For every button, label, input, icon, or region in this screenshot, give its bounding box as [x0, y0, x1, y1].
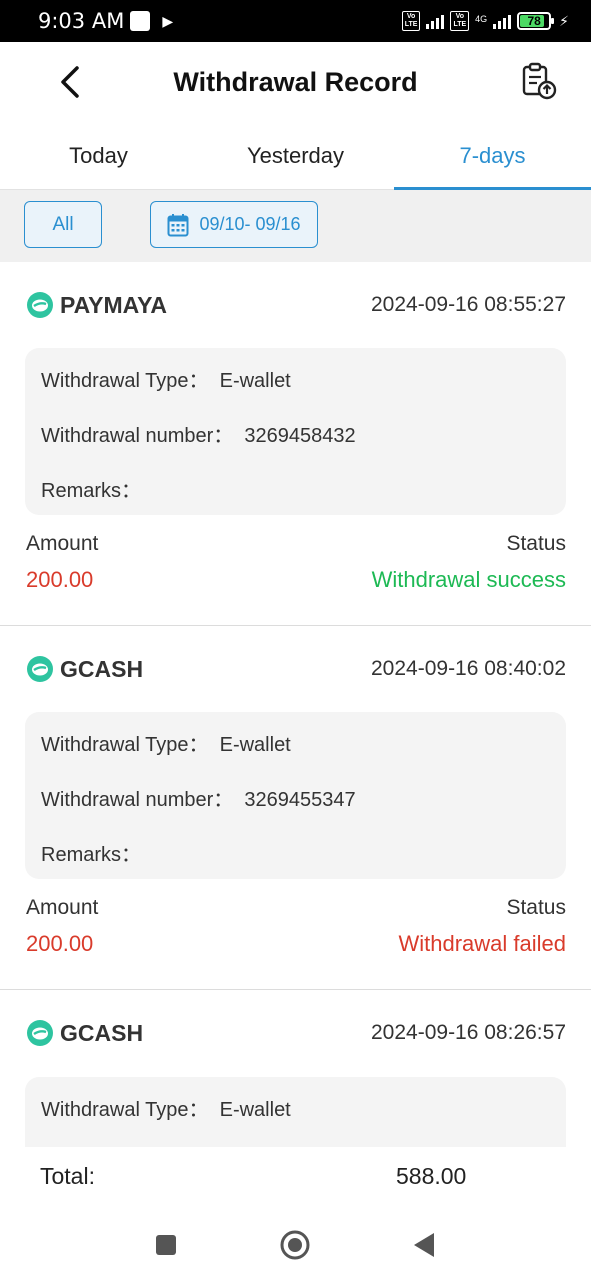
- record-details: Withdrawal Type： E-wallet Withdrawal num…: [25, 712, 566, 879]
- play-icon: ▶: [162, 12, 174, 29]
- back-nav-button[interactable]: [404, 1225, 444, 1265]
- amount-value: 200.00: [26, 567, 94, 592]
- record-details: Withdrawal Type： E-wallet Withdrawal num…: [25, 348, 566, 515]
- amount-label: Amount: [26, 532, 99, 555]
- clipboard-upload-icon: [522, 62, 557, 100]
- date-range-label: 09/10- 09/16: [199, 214, 301, 234]
- remarks-row: Remarks：: [41, 838, 141, 867]
- record-time: 2024-09-16 08:40:02: [371, 657, 566, 680]
- status-icons: Vo LTE Vo LTE 4G 78 ⚡: [401, 11, 569, 31]
- withdrawal-record: PAYMAYA 2024-09-16 08:55:27 Withdrawal T…: [0, 262, 591, 626]
- status-time: 9:03 AM: [38, 9, 125, 33]
- tab-today[interactable]: Today: [0, 122, 197, 189]
- withdrawal-number-label: Withdrawal number：: [41, 789, 234, 811]
- record-header: PAYMAYA 2024-09-16 08:55:27: [26, 290, 566, 320]
- tab-yesterday[interactable]: Yesterday: [197, 122, 394, 189]
- filter-bar: All 09/10- 09/16: [0, 190, 591, 262]
- withdrawal-type-row: Withdrawal Type： E-wallet: [41, 728, 291, 757]
- withdrawal-number-value: 3269458432: [244, 425, 356, 447]
- record-header: GCASH 2024-09-16 08:26:57: [26, 1018, 566, 1048]
- payment-channel: GCASH: [60, 1019, 144, 1046]
- record-header: GCASH 2024-09-16 08:40:02: [26, 654, 566, 684]
- status-bar: 9:03 AM ▶ Vo LTE Vo LTE 4G 78 ⚡: [0, 0, 591, 42]
- record-time: 2024-09-16 08:55:27: [371, 293, 566, 316]
- charging-icon: ⚡: [559, 12, 569, 29]
- total-bar: Total: 588.00: [0, 1147, 591, 1207]
- calendar-icon: [167, 213, 189, 236]
- notification-icon: [130, 11, 151, 31]
- payment-channel: PAYMAYA: [60, 291, 167, 318]
- date-range-button[interactable]: 09/10- 09/16: [150, 201, 318, 248]
- recents-button[interactable]: [146, 1225, 186, 1265]
- withdrawal-type-label: Withdrawal Type：: [41, 734, 209, 756]
- record-time: 2024-09-16 08:26:57: [371, 1021, 566, 1044]
- triangle-back-icon: [414, 1233, 434, 1257]
- status-label: Status: [506, 532, 566, 555]
- withdrawal-number-row: Withdrawal number： 3269455347: [41, 783, 356, 812]
- volte-icon: Vo LTE: [401, 11, 421, 31]
- chevron-left-icon: [61, 66, 79, 98]
- wallet-brand-icon: [27, 292, 53, 318]
- withdrawal-type-row: Withdrawal Type： E-wallet: [41, 1093, 291, 1122]
- withdrawal-type-value: E-wallet: [219, 370, 291, 392]
- period-tabs: Today Yesterday 7-days: [0, 122, 591, 190]
- tab-7-days[interactable]: 7-days: [394, 122, 591, 190]
- status-label: Status: [506, 896, 566, 919]
- filter-all-button[interactable]: All: [24, 201, 102, 248]
- record-details: Withdrawal Type： E-wallet: [25, 1077, 566, 1147]
- signal-icon-2: [493, 13, 512, 29]
- signal-icon: [426, 13, 445, 29]
- withdrawal-type-value: E-wallet: [219, 1099, 291, 1121]
- withdrawal-type-row: Withdrawal Type： E-wallet: [41, 364, 291, 393]
- withdrawal-number-row: Withdrawal number： 3269458432: [41, 419, 356, 448]
- network-type: 4G: [475, 14, 488, 24]
- square-icon: [156, 1235, 176, 1255]
- battery-level: 78: [527, 14, 541, 28]
- page-title: Withdrawal Record: [173, 66, 418, 97]
- withdrawal-record: GCASH 2024-09-16 08:26:57 Withdrawal Typ…: [0, 990, 591, 1147]
- status-value: Withdrawal failed: [398, 931, 566, 956]
- withdrawal-type-label: Withdrawal Type：: [41, 1099, 209, 1121]
- battery-icon: 78: [517, 12, 555, 30]
- withdrawal-number-value: 3269455347: [244, 789, 356, 811]
- app-header: Withdrawal Record: [0, 42, 591, 122]
- withdrawal-number-label: Withdrawal number：: [41, 425, 234, 447]
- wallet-brand-icon: [27, 656, 53, 682]
- withdrawal-record: GCASH 2024-09-16 08:40:02 Withdrawal Typ…: [0, 626, 591, 990]
- payment-channel: GCASH: [60, 655, 144, 682]
- amount-label: Amount: [26, 896, 99, 919]
- remarks-label: Remarks：: [41, 480, 142, 502]
- circle-icon: [280, 1230, 310, 1260]
- volte-icon-2: Vo LTE: [450, 11, 470, 31]
- home-button[interactable]: [275, 1225, 315, 1265]
- total-label: Total:: [40, 1163, 95, 1189]
- withdrawal-type-label: Withdrawal Type：: [41, 370, 209, 392]
- amount-value: 200.00: [26, 931, 94, 956]
- system-nav-bar: [0, 1207, 591, 1280]
- withdrawal-type-value: E-wallet: [219, 734, 291, 756]
- total-value: 588.00: [396, 1163, 467, 1189]
- wallet-brand-icon: [27, 1020, 53, 1046]
- remarks-row: Remarks：: [41, 474, 141, 503]
- remarks-label: Remarks：: [41, 844, 142, 866]
- export-record-button[interactable]: [518, 60, 560, 102]
- status-value: Withdrawal success: [371, 567, 566, 592]
- back-button[interactable]: [52, 60, 88, 104]
